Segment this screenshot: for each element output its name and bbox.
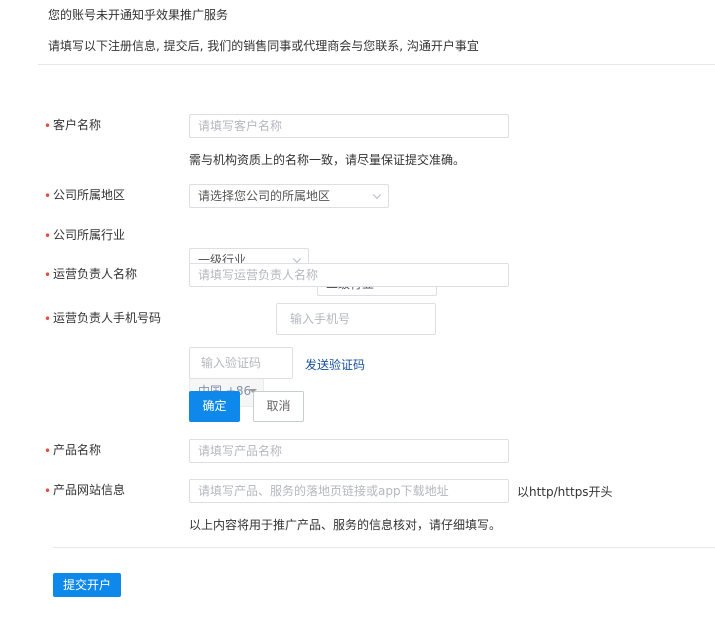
required-marker: • [44, 484, 52, 498]
required-marker: • [44, 312, 52, 326]
cancel-button[interactable]: 取消 [253, 391, 304, 422]
confirm-button[interactable]: 确定 [189, 391, 240, 422]
account-notice: 您的账号未开通知乎效果推广服务 [48, 8, 229, 22]
chevron-down-icon [372, 190, 382, 200]
required-marker: • [44, 119, 52, 133]
industry-label: 公司所属行业 [53, 228, 126, 242]
submit-button[interactable]: 提交开户 [53, 573, 121, 597]
required-marker: • [44, 189, 52, 203]
account-instructions: 请填写以下注册信息, 提交后, 我们的销售同事或代理商会与您联系, 沟通开户事宜 [48, 39, 479, 53]
product-name-input[interactable]: 请填写产品名称 [189, 439, 509, 463]
divider [53, 547, 715, 548]
required-marker: • [44, 444, 52, 458]
region-select-value: 请选择您公司的所属地区 [198, 189, 331, 203]
product-site-input[interactable]: 请填写产品、服务的落地页链接或app下载地址 [189, 479, 509, 503]
required-marker: • [44, 268, 52, 282]
region-select[interactable]: 请选择您公司的所属地区 [189, 184, 389, 208]
customer-name-input[interactable]: 请填写客户名称 [189, 114, 509, 138]
customer-name-label: 客户名称 [53, 118, 102, 132]
divider [38, 64, 715, 65]
send-code-link[interactable]: 发送验证码 [305, 356, 365, 373]
operator-name-input[interactable]: 请填写运营负责人名称 [189, 263, 509, 287]
product-site-hint: 以上内容将用于推广产品、服务的信息核对，请仔细填写。 [189, 518, 502, 532]
verification-code-input[interactable]: 输入验证码 [189, 347, 293, 379]
phone-input[interactable]: 输入手机号 [276, 303, 436, 335]
product-site-suffix: 以http/https开头 [517, 485, 613, 499]
product-site-label: 产品网站信息 [53, 483, 126, 497]
customer-name-hint: 需与机构资质上的名称一致，请尽量保证提交准确。 [189, 153, 466, 167]
operator-name-label: 运营负责人名称 [53, 267, 138, 281]
product-name-label: 产品名称 [53, 443, 102, 457]
chevron-down-icon [292, 254, 302, 264]
region-label: 公司所属地区 [53, 188, 126, 202]
operator-phone-label: 运营负责人手机号码 [53, 311, 162, 325]
required-marker: • [44, 229, 52, 243]
